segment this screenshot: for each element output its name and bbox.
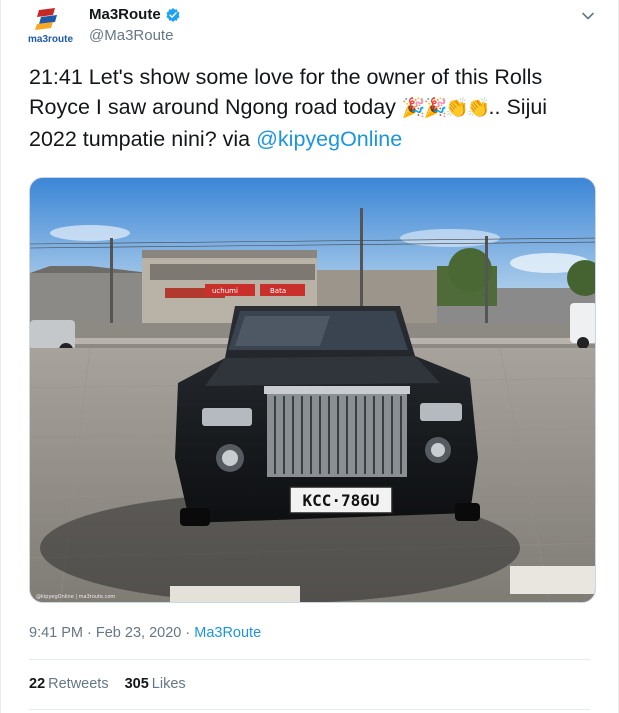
likes-label: Likes: [151, 676, 186, 692]
divider: [29, 659, 590, 660]
avatar[interactable]: ma3route: [27, 6, 79, 46]
retweets-label: Retweets: [48, 676, 109, 692]
tweet-meta: 9:41 PM · Feb 23, 2020 · Ma3Route: [29, 625, 261, 641]
tweet-time[interactable]: 9:41 PM: [29, 625, 83, 641]
ma3route-logo-icon: ma3route: [28, 8, 73, 45]
tweet-stats: 22 Retweets 305 Likes: [29, 676, 186, 692]
avatar-label: ma3route: [28, 34, 73, 45]
shop-sign-uchumi: uchumi: [212, 287, 238, 295]
retweets-stat[interactable]: 22 Retweets: [29, 676, 109, 692]
likes-count: 305: [124, 676, 149, 692]
tweet-text: 21:41 Let's show some love for the owner…: [29, 62, 589, 154]
mention-link[interactable]: @kipyegOnline: [256, 127, 402, 151]
divider: [29, 709, 590, 710]
photo-watermark: @kipyegOnline | ma3route.com: [36, 594, 116, 600]
chevron-down-icon[interactable]: [580, 8, 596, 24]
meta-separator: ·: [83, 625, 96, 641]
tweet-source-link[interactable]: Ma3Route: [194, 625, 261, 641]
verified-badge-icon: [166, 7, 180, 22]
license-plate-text: KCC·786U: [302, 491, 379, 510]
author-display-name[interactable]: Ma3Route: [89, 6, 181, 23]
meta-separator: ·: [181, 625, 195, 641]
shop-sign-bata: Bata: [270, 287, 286, 295]
likes-stat[interactable]: 305 Likes: [125, 676, 186, 692]
retweets-count: 22: [29, 676, 46, 692]
author-handle[interactable]: @Ma3Route: [89, 27, 173, 44]
tweet-card: ma3route Ma3Route @Ma3Route 21:41 Let's …: [0, 0, 619, 713]
display-name-text[interactable]: Ma3Route: [89, 6, 161, 23]
tweet-photo[interactable]: uchumi Bata KCC·786U @kipyegOnline | ma3…: [29, 177, 596, 603]
party-clap-emojis: 🎉🎉👏👏: [401, 98, 491, 119]
rolls-royce-photo: uchumi Bata KCC·786U: [30, 178, 595, 602]
tweet-date[interactable]: Feb 23, 2020: [96, 625, 181, 641]
